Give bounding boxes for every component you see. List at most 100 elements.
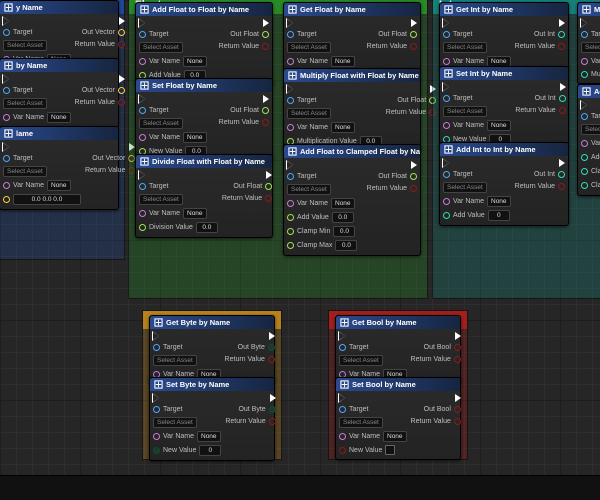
pin-out-float[interactable]: Out Float [378, 30, 417, 39]
exec-in-pin[interactable] [287, 85, 382, 93]
pin-return[interactable]: Return Value [386, 108, 436, 117]
pin-var-name[interactable]: Var NameNone [139, 56, 207, 67]
node-vector-set[interactable]: by Name Target Select Asset Var NameNone… [0, 58, 119, 128]
pin-target[interactable]: Target [139, 106, 207, 115]
comment-vector[interactable]: ame y Name Target Select Asset Var NameN… [0, 0, 125, 260]
node-bool-get[interactable]: Get Bool by Name Target Select Asset Var… [335, 315, 461, 385]
pin-target[interactable]: Target [443, 170, 511, 179]
pin-target[interactable]: Target [339, 343, 407, 352]
pin-new-value[interactable]: New Value0 [153, 445, 221, 456]
pin-var-name[interactable]: Var NameNone [139, 208, 218, 219]
exec-in-pin[interactable] [3, 143, 81, 151]
pin-asset[interactable]: Select Asset [287, 42, 355, 53]
exec-in-pin[interactable] [139, 171, 218, 179]
node-bool-set[interactable]: Set Bool by Name Target Select Asset Var… [335, 377, 461, 460]
pin-vec-val[interactable]: 0.0 0.0 0.0 [3, 194, 81, 205]
node-float-multiply[interactable]: Multiply Float with Float by Name Target… [283, 68, 421, 152]
exec-out-pin[interactable] [119, 17, 125, 25]
pin-return[interactable]: Return Value [367, 184, 417, 193]
pin-out-vector[interactable]: Out Vector [82, 86, 125, 95]
exec-out-pin[interactable] [560, 83, 566, 91]
pin-clamp-max[interactable]: Clamp Max0 [581, 180, 600, 191]
pin-asset[interactable]: Select Asset [287, 184, 357, 195]
pin-out-bool[interactable]: Out Bool [424, 343, 461, 352]
pin-out-float[interactable]: Out Float [230, 30, 269, 39]
pin-asset[interactable]: Select Asset [139, 194, 218, 205]
pin-return[interactable]: Return Value [515, 182, 565, 191]
pin-asset[interactable]: Select Asset [339, 355, 407, 366]
pin-out-bool[interactable]: Out Bool [424, 405, 461, 414]
pin-var-name[interactable]: Var NameNone [153, 431, 221, 442]
pin-target[interactable]: Target [443, 30, 511, 39]
pin-return[interactable]: Return Value [75, 98, 125, 107]
exec-out-pin[interactable] [269, 332, 275, 340]
comment-float[interactable]: Float Add Float to Float by Name Target … [128, 0, 428, 299]
exec-out-pin[interactable] [266, 171, 272, 179]
pin-var-name[interactable]: Var NameNone [287, 56, 355, 67]
node-float-set[interactable]: Set Float by Name Target Select Asset Va… [135, 78, 273, 162]
pin-asset[interactable]: Select Asset [3, 166, 81, 177]
pin-asset[interactable]: Select Asset [153, 355, 221, 366]
pin-return[interactable]: Return Value [219, 118, 269, 127]
pin-return[interactable]: Return Value [225, 417, 275, 426]
pin-target[interactable]: Target [581, 112, 600, 121]
exec-out-pin[interactable] [263, 95, 269, 103]
pin-clamp-min[interactable]: Clamp Min0 [581, 166, 600, 177]
pin-var-name[interactable]: Var NameNone [3, 180, 81, 191]
pin-target[interactable]: Target [287, 30, 355, 39]
pin-add-value[interactable]: Add Value0.0 [287, 212, 357, 223]
exec-in-pin[interactable] [339, 332, 407, 340]
exec-in-pin[interactable] [139, 19, 207, 27]
pin-out-float[interactable]: Out Float [378, 172, 417, 181]
pin-div-value[interactable]: Division Value0.0 [139, 222, 218, 233]
exec-out-pin[interactable] [559, 159, 565, 167]
pin-return[interactable]: Return Value [75, 40, 125, 49]
exec-in-pin[interactable] [581, 101, 600, 109]
node-int-set[interactable]: Set Int by Name Target Select Asset Var … [439, 66, 569, 150]
pin-return[interactable]: Return Value [411, 417, 461, 426]
pin-asset[interactable]: Select Asset [153, 417, 221, 428]
pin-asset[interactable]: Select Asset [443, 182, 511, 193]
pin-mult-value[interactable]: Multiplication Value [581, 70, 600, 79]
pin-target[interactable]: Target [287, 96, 382, 105]
node-float-clamp[interactable]: Add Float to Clamped Float by Name Targe… [283, 144, 421, 256]
pin-var-name[interactable]: Var NameNone [3, 112, 71, 123]
pin-target[interactable]: Target [3, 154, 81, 163]
pin-add-value[interactable]: Add Value0 [443, 210, 511, 221]
exec-out-pin[interactable] [270, 394, 276, 402]
pin-asset[interactable]: Select Asset [581, 42, 600, 53]
pin-out-float[interactable]: Out Float [230, 106, 269, 115]
pin-return[interactable]: Return Value [411, 355, 461, 364]
pin-target[interactable]: Target [3, 86, 71, 95]
pin-return[interactable]: Return Value [219, 42, 269, 51]
exec-out-pin[interactable] [411, 19, 417, 27]
exec-out-pin[interactable] [411, 161, 417, 169]
exec-in-pin[interactable] [443, 159, 511, 167]
node-float-get[interactable]: Get Float by Name Target Select Asset Va… [283, 2, 421, 72]
pin-return[interactable]: Return Value [225, 355, 275, 364]
pin-clamp-max[interactable]: Clamp Max0.0 [287, 240, 357, 251]
comment-int[interactable]: Int Get Int by Name Target Select Asset … [432, 0, 600, 299]
pin-out-float[interactable]: Out Float [233, 182, 272, 191]
pin-return[interactable]: Return Value [222, 194, 272, 203]
comment-bool[interactable]: Bool Get Bool by Name Target Select Asse… [328, 310, 468, 460]
pin-return[interactable]: Return Value [367, 42, 417, 51]
node-float-add[interactable]: Add Float to Float by Name Target Select… [135, 2, 273, 86]
pin-asset[interactable]: Select Asset [443, 106, 511, 117]
pin-target[interactable]: Target [3, 28, 71, 37]
node-byte-get[interactable]: Get Byte by Name Target Select Asset Var… [149, 315, 275, 385]
pin-target[interactable]: Target [139, 182, 218, 191]
pin-out-vector[interactable]: Out Vector [82, 28, 125, 37]
pin-return[interactable]: Return Value [515, 42, 565, 51]
pin-asset[interactable]: Select Asset [581, 124, 600, 135]
exec-in-pin[interactable] [139, 95, 207, 103]
pin-clamp-min[interactable]: Clamp Min0.0 [287, 226, 357, 237]
exec-in-pin[interactable] [287, 161, 357, 169]
exec-out-pin[interactable] [455, 332, 461, 340]
node-int-get[interactable]: Get Int by Name Target Select Asset Var … [439, 2, 569, 72]
pin-var-name[interactable]: Var NameNone [443, 120, 511, 131]
pin-target[interactable]: Target [153, 343, 221, 352]
pin-out-int[interactable]: Out Int [535, 94, 566, 103]
exec-in-pin[interactable] [3, 75, 71, 83]
pin-out-float[interactable]: Out Float [397, 96, 436, 105]
